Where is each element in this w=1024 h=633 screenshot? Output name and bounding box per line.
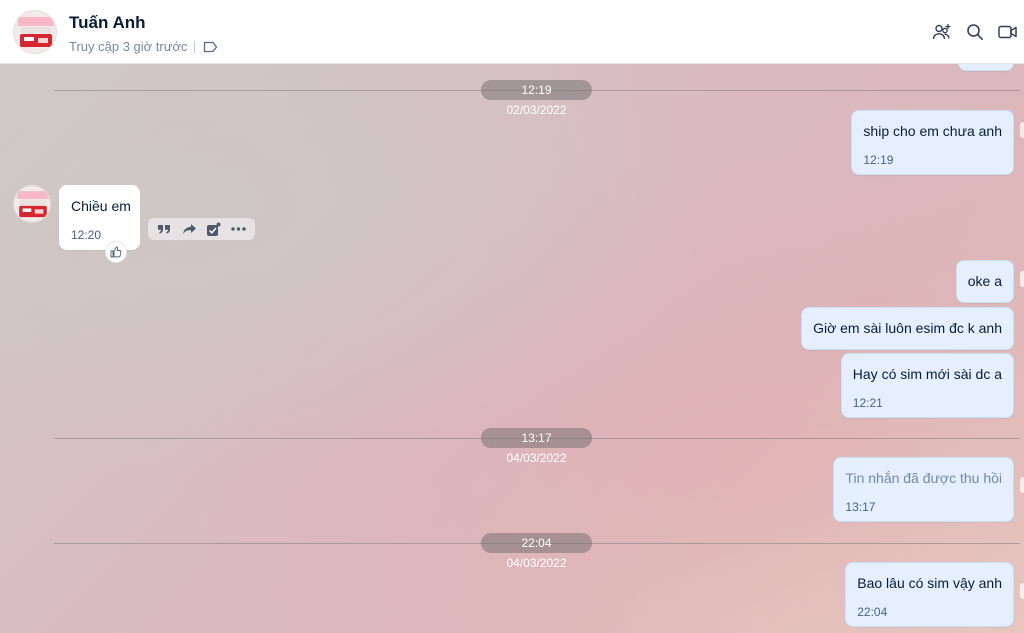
- sender-avatar[interactable]: [13, 185, 51, 223]
- date-separator: 12:19 02/03/2022: [481, 80, 592, 117]
- message-time: 12:20: [71, 228, 102, 242]
- scroll-edge-marker: [1020, 583, 1024, 599]
- sent-message[interactable]: Bao lâu có sim vậy anh 22:04: [845, 562, 1014, 627]
- message-time: 13:17: [845, 500, 876, 514]
- tag-icon[interactable]: [203, 40, 219, 54]
- message-text: Tin nhắn đã được thu hồi: [845, 470, 1002, 486]
- scroll-edge-marker: [1020, 477, 1024, 493]
- message-list[interactable]: 12:19 02/03/2022 ship cho em chưa anh 12…: [0, 64, 1024, 633]
- date-separator: 22:04 04/03/2022: [481, 533, 592, 570]
- message-text: ship cho em chưa anh: [863, 123, 1002, 139]
- chat-header: Tuấn Anh Truy cập 3 giờ trước: [0, 0, 1024, 64]
- quote-icon[interactable]: [154, 220, 174, 238]
- message-actions-toolbar: [148, 218, 255, 240]
- message-text: oke a: [967, 273, 1002, 289]
- scroll-edge-marker: [1020, 122, 1024, 138]
- sent-message[interactable]: Giờ em sài luôn esim đc k anh: [801, 307, 1014, 350]
- last-seen-status: Truy cập 3 giờ trước: [69, 39, 188, 54]
- header-actions: [925, 20, 1024, 44]
- add-to-group-icon[interactable]: [925, 20, 958, 44]
- date-separator: 13:17 04/03/2022: [481, 428, 592, 465]
- message-time: 12:21: [852, 396, 883, 410]
- video-call-icon[interactable]: [991, 20, 1024, 44]
- status-separator: [194, 40, 196, 53]
- select-icon[interactable]: [204, 220, 224, 238]
- like-reaction-button[interactable]: [105, 241, 127, 263]
- sent-message[interactable]: oke a: [955, 260, 1014, 303]
- sent-message[interactable]: ship cho em chưa anh 12:19: [851, 110, 1014, 175]
- contact-name[interactable]: Tuấn Anh: [69, 13, 145, 33]
- forward-icon[interactable]: [179, 220, 199, 238]
- search-icon[interactable]: [958, 20, 991, 44]
- message-time: 22:04: [857, 605, 888, 619]
- message-text: Hay có sim mới sài dc a: [852, 366, 1002, 382]
- contact-avatar[interactable]: [13, 10, 57, 54]
- received-message[interactable]: Chiều em 12:20: [59, 185, 140, 250]
- message-time: 12:19: [863, 153, 894, 167]
- more-icon[interactable]: [229, 220, 249, 238]
- message-bubble-partial[interactable]: [958, 64, 1014, 71]
- message-text: Chiều em: [71, 198, 131, 214]
- status-row: Truy cập 3 giờ trước: [69, 39, 219, 54]
- sent-message[interactable]: Hay có sim mới sài dc a 12:21: [840, 353, 1014, 418]
- recalled-message[interactable]: Tin nhắn đã được thu hồi 13:17: [833, 457, 1014, 522]
- message-text: Giờ em sài luôn esim đc k anh: [813, 320, 1002, 336]
- message-text: Bao lâu có sim vậy anh: [857, 575, 1002, 591]
- scroll-edge-marker: [1020, 271, 1024, 287]
